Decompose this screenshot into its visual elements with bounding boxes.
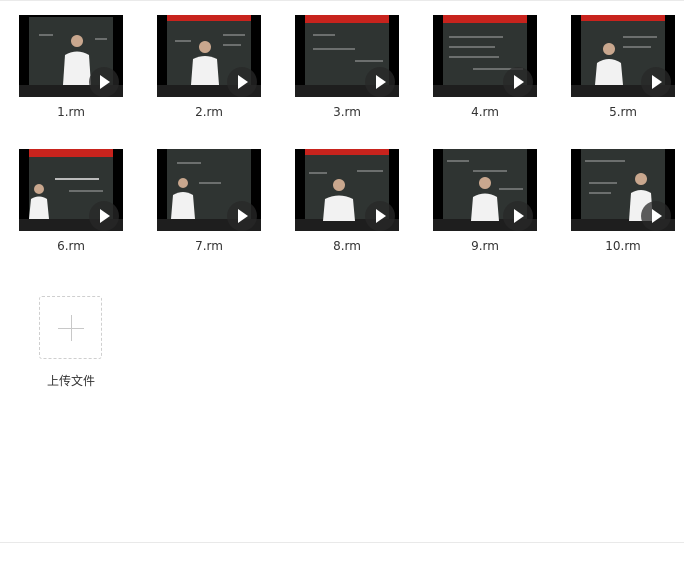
- video-thumbnail[interactable]: [433, 149, 537, 231]
- file-tile[interactable]: 9.rm: [431, 149, 537, 259]
- video-thumbnail[interactable]: [19, 149, 123, 231]
- video-thumbnail[interactable]: [433, 15, 537, 97]
- file-tile[interactable]: 2.rm: [155, 15, 261, 125]
- play-icon[interactable]: [89, 201, 119, 231]
- video-thumbnail[interactable]: [157, 149, 261, 231]
- file-name[interactable]: 7.rm: [155, 238, 263, 254]
- bottom-divider: [0, 542, 684, 543]
- file-name[interactable]: 6.rm: [17, 238, 125, 254]
- file-name[interactable]: 4.rm: [431, 104, 539, 120]
- file-tile[interactable]: 1.rm: [17, 15, 123, 125]
- play-icon[interactable]: [365, 201, 395, 231]
- play-icon[interactable]: [365, 67, 395, 97]
- play-icon[interactable]: [227, 67, 257, 97]
- file-tile[interactable]: 7.rm: [155, 149, 261, 259]
- file-tile[interactable]: 4.rm: [431, 15, 537, 125]
- file-name[interactable]: 5.rm: [569, 104, 677, 120]
- video-thumbnail[interactable]: [571, 149, 675, 231]
- play-icon[interactable]: [641, 201, 671, 231]
- file-tile[interactable]: 3.rm: [293, 15, 399, 125]
- play-icon[interactable]: [503, 201, 533, 231]
- video-thumbnail[interactable]: [157, 15, 261, 97]
- play-icon[interactable]: [89, 67, 119, 97]
- file-name[interactable]: 3.rm: [293, 104, 401, 120]
- file-name[interactable]: 10.rm: [569, 238, 677, 254]
- video-thumbnail[interactable]: [19, 15, 123, 97]
- file-name[interactable]: 1.rm: [17, 104, 125, 120]
- file-tile[interactable]: 6.rm: [17, 149, 123, 259]
- file-tile[interactable]: 10.rm: [569, 149, 675, 259]
- play-icon[interactable]: [641, 67, 671, 97]
- file-name[interactable]: 2.rm: [155, 104, 263, 120]
- file-tile[interactable]: 5.rm: [569, 15, 675, 125]
- video-thumbnail[interactable]: [295, 15, 399, 97]
- play-icon[interactable]: [227, 201, 257, 231]
- file-name[interactable]: 8.rm: [293, 238, 401, 254]
- video-thumbnail[interactable]: [571, 15, 675, 97]
- upload-button[interactable]: [39, 296, 102, 359]
- play-icon[interactable]: [503, 67, 533, 97]
- file-tile[interactable]: 8.rm: [293, 149, 399, 259]
- video-thumbnail[interactable]: [295, 149, 399, 231]
- plus-icon: [71, 315, 72, 341]
- file-name[interactable]: 9.rm: [431, 238, 539, 254]
- upload-label[interactable]: 上传文件: [30, 372, 112, 389]
- file-grid: 1.rm 2.rm 3.rm 4.rm 5.rm 6.rm 7.rm 8.rm …: [0, 0, 684, 400]
